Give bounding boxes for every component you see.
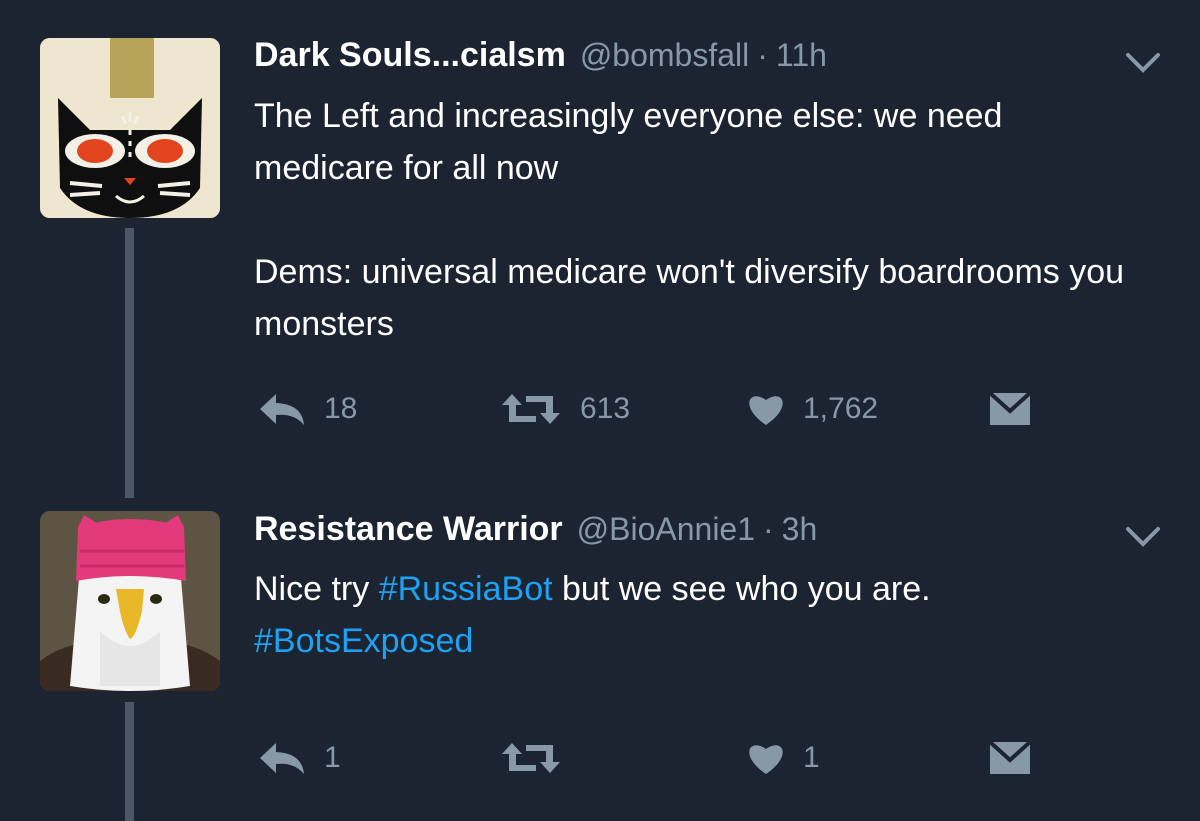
reply-button[interactable]: 1 bbox=[258, 733, 341, 783]
direct-message-button[interactable] bbox=[988, 733, 1032, 783]
avatar-cat[interactable] bbox=[40, 38, 220, 218]
tweet-body: Nice try #RussiaBot but we see who you a… bbox=[254, 563, 1074, 667]
retweet-count: 613 bbox=[580, 392, 631, 425]
tweet-header: Dark Souls...cialsm @bombsfall · 11h bbox=[254, 36, 827, 75]
tweet-header: Resistance Warrior @BioAnnie1 · 3h bbox=[254, 510, 817, 549]
reply-count: 1 bbox=[324, 741, 341, 774]
tweet-paragraph: Nice try #RussiaBot but we see who you a… bbox=[254, 563, 1074, 667]
reply-icon bbox=[260, 743, 304, 774]
direct-message-button[interactable] bbox=[988, 384, 1032, 434]
tweet-actions: 18 613 1,762 bbox=[0, 384, 1200, 434]
direct-message-icon bbox=[988, 391, 1032, 425]
chevron-down-icon[interactable] bbox=[1125, 526, 1161, 548]
heart-icon bbox=[749, 396, 783, 425]
like-count: 1,762 bbox=[803, 392, 879, 425]
author-name[interactable]: Resistance Warrior bbox=[254, 510, 563, 548]
body-text-prefix: Nice try bbox=[254, 570, 379, 608]
tweet-actions: 1 1 bbox=[0, 733, 1200, 783]
author-name[interactable]: Dark Souls...cialsm bbox=[254, 36, 566, 74]
retweet-icon bbox=[502, 743, 560, 773]
separator-dot: · bbox=[763, 511, 774, 547]
retweet-icon bbox=[502, 394, 560, 424]
thread-line bbox=[125, 228, 134, 498]
paragraph-spacer bbox=[254, 194, 1134, 246]
chevron-down-icon[interactable] bbox=[1125, 52, 1161, 74]
direct-message-icon bbox=[988, 740, 1032, 774]
cat-avatar-image bbox=[40, 38, 220, 218]
tweet-paragraph: Dems: universal medicare won't diversify… bbox=[254, 253, 1125, 343]
body-text-middle: but we see who you are. bbox=[552, 570, 931, 608]
separator-dot: · bbox=[757, 37, 768, 73]
reply-count: 18 bbox=[324, 392, 358, 425]
retweet-button[interactable]: 613 bbox=[500, 384, 630, 434]
hashtag-link[interactable]: #RussiaBot bbox=[379, 570, 553, 608]
like-button[interactable]: 1 bbox=[747, 733, 820, 783]
like-count: 1 bbox=[803, 741, 820, 774]
author-handle[interactable]: @BioAnnie1 bbox=[577, 511, 755, 547]
hashtag-link[interactable]: #BotsExposed bbox=[254, 622, 473, 660]
eagle-avatar-image bbox=[40, 511, 220, 691]
tweet-body: The Left and increasingly everyone else:… bbox=[254, 90, 1134, 350]
reply-icon bbox=[260, 394, 304, 425]
avatar-eagle[interactable] bbox=[40, 511, 220, 691]
retweet-button[interactable] bbox=[500, 733, 580, 783]
like-button[interactable]: 1,762 bbox=[747, 384, 878, 434]
reply-button[interactable]: 18 bbox=[258, 384, 357, 434]
author-handle[interactable]: @bombsfall bbox=[580, 37, 749, 73]
tweet-paragraph: The Left and increasingly everyone else:… bbox=[254, 97, 1003, 187]
tweet-time[interactable]: 3h bbox=[782, 511, 818, 547]
heart-icon bbox=[749, 745, 783, 774]
tweet-time[interactable]: 11h bbox=[776, 37, 827, 73]
